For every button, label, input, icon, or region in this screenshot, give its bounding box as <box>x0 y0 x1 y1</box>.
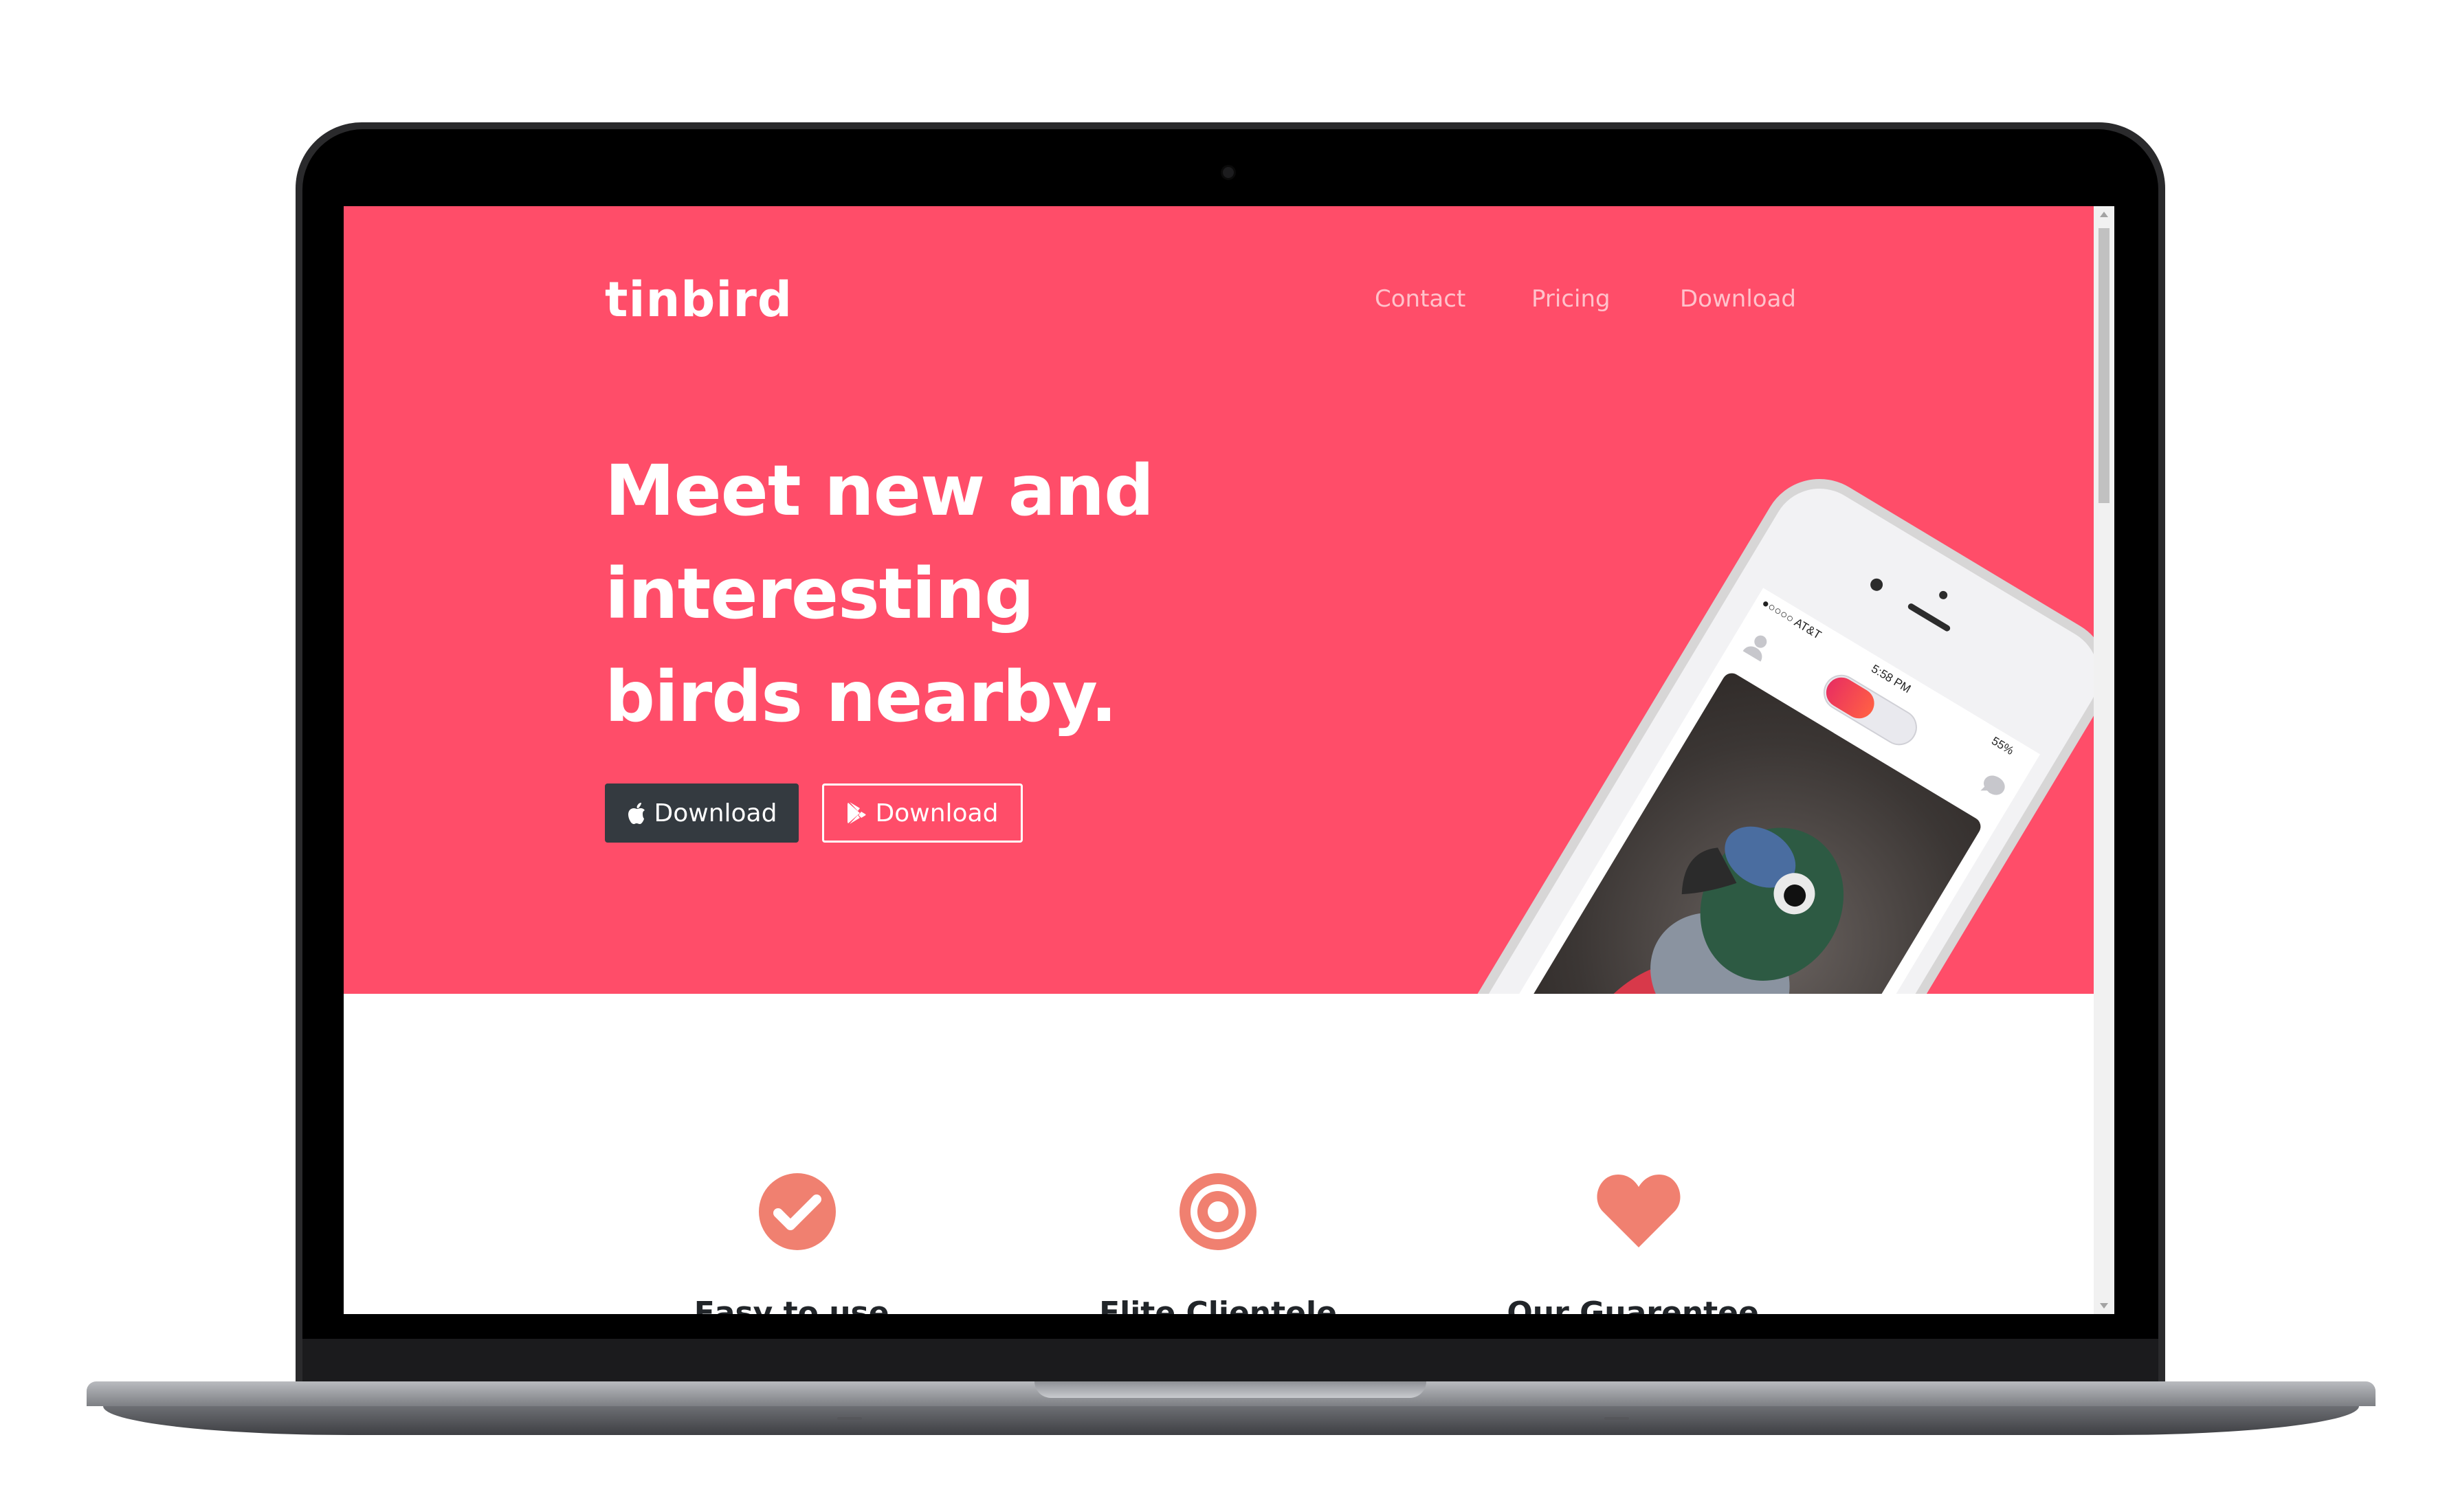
google-play-download-button[interactable]: Download <box>822 783 1023 843</box>
time-label: 5:58 PM <box>1869 662 1914 696</box>
phone-body: ●○○○○ AT&T 5:58 PM 55% <box>1403 457 2094 994</box>
laptop-chin <box>302 1339 2158 1383</box>
target-icon <box>1178 1172 1258 1254</box>
laptop-base-underside <box>103 1406 2359 1435</box>
hero-section: tinbird Contact Pricing Download Meet ne… <box>344 206 2094 994</box>
nav-link-download[interactable]: Download <box>1680 285 1796 313</box>
phone-screen: ●○○○○ AT&T 5:58 PM 55% <box>1444 588 2040 994</box>
apple-icon <box>627 802 646 824</box>
phone-sensor <box>1937 589 1949 601</box>
laptop-notch <box>1034 1381 1426 1398</box>
google-play-icon <box>847 802 867 824</box>
button-label: Download <box>875 799 999 827</box>
app-store-download-button[interactable]: Download <box>605 783 799 843</box>
scroll-thumb[interactable] <box>2099 228 2110 503</box>
laptop-foot <box>837 1417 862 1420</box>
headline-line: Meet new and <box>605 450 1154 532</box>
feature-title: Easy to use. <box>694 1296 901 1314</box>
nav-link-pricing[interactable]: Pricing <box>1531 285 1610 313</box>
scroll-up-arrow[interactable] <box>2100 212 2108 217</box>
heart-icon <box>1596 1172 1681 1252</box>
browser-viewport: tinbird Contact Pricing Download Meet ne… <box>344 206 2114 1314</box>
hero-headline: Meet new and interesting birds nearby. <box>605 440 1224 749</box>
headline-line: birds nearby. <box>605 656 1117 738</box>
feature-title: Elite Clientele <box>1099 1296 1337 1314</box>
feature-title: Our Guarentee. <box>1507 1296 1771 1314</box>
phone-mockup: ●○○○○ AT&T 5:58 PM 55% <box>1403 457 2094 994</box>
laptop-foot <box>1604 1417 1629 1420</box>
scroll-down-arrow[interactable] <box>2100 1303 2108 1309</box>
phone-front-camera <box>1868 576 1885 594</box>
check-circle-icon <box>757 1172 837 1254</box>
carrier-label: ●○○○○ AT&T <box>1759 596 1824 642</box>
phone-speaker <box>1907 602 1951 633</box>
nav-link-contact[interactable]: Contact <box>1375 285 1465 313</box>
page-scrollbar[interactable] <box>2094 206 2114 1314</box>
site-logo[interactable]: tinbird <box>605 271 793 328</box>
battery-label: 55% <box>1989 734 2017 758</box>
headline-line: interesting <box>605 553 1034 635</box>
button-label: Download <box>654 799 777 827</box>
chat-icon <box>1975 770 2010 805</box>
webcam <box>1221 165 1236 180</box>
profile-icon <box>1740 629 1775 665</box>
